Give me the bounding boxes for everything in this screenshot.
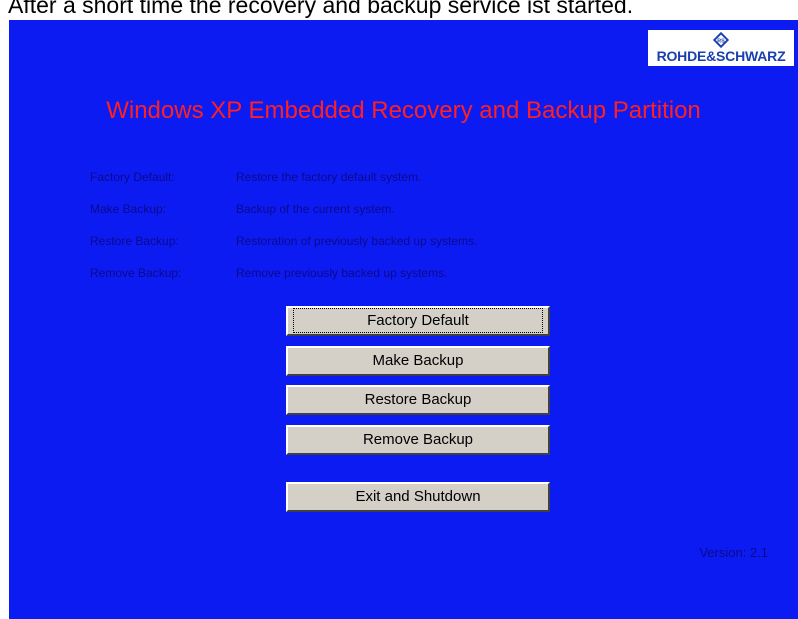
description-label: Restore Backup: bbox=[90, 234, 179, 248]
description-label: Remove Backup: bbox=[90, 266, 182, 280]
logo-text: ROHDE&SCHWARZ bbox=[656, 48, 786, 64]
version-label: Version: 2.1 bbox=[699, 545, 768, 560]
page-title: Windows XP Embedded Recovery and Backup … bbox=[106, 97, 701, 124]
description-text: Remove previously backed up systems. bbox=[236, 266, 448, 280]
description-label: Factory Default: bbox=[90, 170, 175, 184]
factory-default-label: Factory Default bbox=[293, 308, 543, 333]
restore-backup-button[interactable]: Restore Backup bbox=[286, 385, 550, 415]
remove-backup-label: Remove Backup bbox=[362, 431, 474, 448]
exit-shutdown-label: Exit and Shutdown bbox=[355, 488, 481, 505]
make-backup-button[interactable]: Make Backup bbox=[286, 346, 550, 376]
restore-backup-label: Restore Backup bbox=[364, 391, 472, 408]
svg-text:RS: RS bbox=[717, 38, 725, 44]
exit-shutdown-button[interactable]: Exit and Shutdown bbox=[286, 482, 550, 512]
rohde-schwarz-logo: RS ROHDE&SCHWARZ bbox=[648, 30, 794, 66]
make-backup-label: Make Backup bbox=[372, 352, 464, 369]
rohde-schwarz-diamond-icon: RS bbox=[712, 31, 730, 49]
description-text: Restoration of previously backed up syst… bbox=[236, 234, 478, 248]
description-text: Backup of the current system. bbox=[236, 202, 395, 216]
description-label: Make Backup: bbox=[90, 202, 167, 216]
remove-backup-button[interactable]: Remove Backup bbox=[286, 425, 550, 455]
recovery-screen: RS ROHDE&SCHWARZ Windows XP Embedded Rec… bbox=[9, 20, 798, 619]
factory-default-button[interactable]: Factory Default bbox=[286, 306, 550, 336]
description-text: Restore the factory default system. bbox=[236, 170, 422, 184]
caption-text: After a short time the recovery and back… bbox=[8, 0, 634, 18]
